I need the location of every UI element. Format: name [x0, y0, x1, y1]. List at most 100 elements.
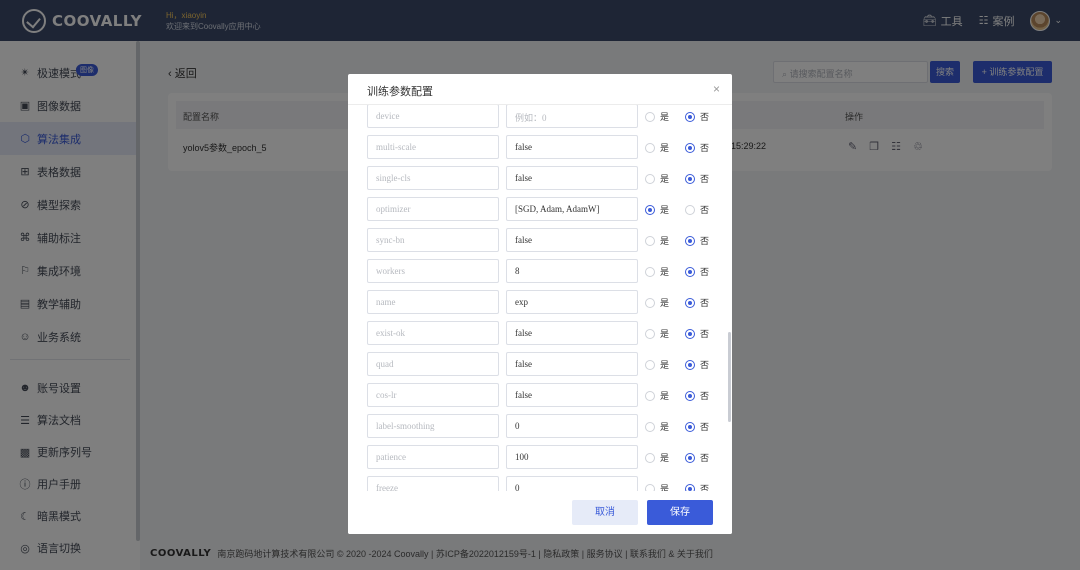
radio-circle-icon — [685, 173, 695, 184]
radio-yes[interactable]: 是 — [645, 389, 669, 402]
param-value-field[interactable]: 8 — [506, 259, 638, 283]
param-name-field[interactable]: name — [367, 290, 499, 314]
radio-no[interactable]: 否 — [685, 451, 709, 464]
radio-no[interactable]: 否 — [685, 482, 709, 491]
cancel-button[interactable]: 取消 — [572, 500, 638, 525]
param-value-field[interactable]: 0 — [506, 476, 638, 491]
param-row: single-cls false 是 否 — [348, 166, 732, 190]
radio-label: 否 — [700, 484, 710, 491]
param-value-field[interactable]: [SGD, Adam, AdamW] — [506, 197, 638, 221]
radio-circle-icon — [645, 297, 655, 308]
radio-no[interactable]: 否 — [685, 327, 709, 340]
param-row: optimizer [SGD, Adam, AdamW] 是 否 — [348, 197, 732, 221]
training-params-dialog: 训练参数配置 × device 例如：0 是否 multi-scale false 是否 s… — [348, 74, 732, 534]
radio-label: 是 — [660, 391, 670, 401]
param-value-field[interactable]: false — [506, 383, 638, 407]
radio-no[interactable]: 否 — [685, 389, 709, 402]
param-name-field[interactable]: device — [367, 105, 499, 128]
save-button[interactable]: 保存 — [647, 500, 713, 525]
param-name-field[interactable]: workers — [367, 259, 499, 283]
param-value-field[interactable]: 例如：0 — [506, 105, 638, 128]
param-name-field[interactable]: quad — [367, 352, 499, 376]
radio-circle-icon — [685, 266, 695, 277]
param-value-field[interactable]: exp — [506, 290, 638, 314]
radio-circle-icon — [645, 390, 655, 401]
radio-no[interactable]: 否 — [685, 234, 709, 247]
param-name-field[interactable]: optimizer — [367, 197, 499, 221]
radio-yes[interactable]: 是 — [645, 451, 669, 464]
param-name-field[interactable]: freeze — [367, 476, 499, 491]
radio-no[interactable]: 否 — [685, 110, 709, 123]
dialog-title: 训练参数配置 — [367, 86, 433, 98]
param-row: device 例如：0 是 否 — [348, 105, 732, 128]
param-value-field[interactable]: 0 — [506, 414, 638, 438]
radio-yes[interactable]: 是 — [645, 141, 669, 154]
radio-no[interactable]: 否 — [685, 358, 709, 371]
radio-circle-icon — [685, 483, 695, 491]
radio-circle-icon — [645, 204, 655, 215]
param-name-field[interactable]: multi-scale — [367, 135, 499, 159]
radio-no[interactable]: 否 — [685, 141, 709, 154]
radio-label: 否 — [700, 205, 710, 215]
radio-label: 是 — [660, 422, 670, 432]
dialog-footer: 取消 保存 — [348, 491, 732, 534]
radio-label: 是 — [660, 112, 670, 122]
radio-yes[interactable]: 是 — [645, 482, 669, 491]
radio-yes[interactable]: 是 — [645, 420, 669, 433]
param-value-field[interactable]: 100 — [506, 445, 638, 469]
radio-circle-icon — [645, 111, 655, 122]
radio-label: 是 — [660, 298, 670, 308]
dialog-body: device 例如：0 是否 multi-scale false 是否 single-cls… — [348, 105, 732, 491]
radio-label: 是 — [660, 174, 670, 184]
param-name-field[interactable]: cos-lr — [367, 383, 499, 407]
param-name-field[interactable]: patience — [367, 445, 499, 469]
dialog-scrollbar[interactable] — [728, 332, 731, 422]
radio-label: 是 — [660, 236, 670, 246]
radio-label: 是 — [660, 143, 670, 153]
radio-circle-icon — [685, 297, 695, 308]
radio-label: 否 — [700, 360, 710, 370]
radio-circle-icon — [645, 266, 655, 277]
radio-yes[interactable]: 是 — [645, 358, 669, 371]
radio-label: 是 — [660, 329, 670, 339]
param-value-field[interactable]: false — [506, 321, 638, 345]
radio-label: 否 — [700, 422, 710, 432]
radio-label: 否 — [700, 267, 710, 277]
radio-no[interactable]: 否 — [685, 296, 709, 309]
param-name-field[interactable]: single-cls — [367, 166, 499, 190]
radio-label: 否 — [700, 112, 710, 122]
radio-yes[interactable]: 是 — [645, 265, 669, 278]
radio-circle-icon — [685, 421, 695, 432]
radio-yes[interactable]: 是 — [645, 296, 669, 309]
radio-circle-icon — [685, 111, 695, 122]
param-value-field[interactable]: false — [506, 228, 638, 252]
radio-circle-icon — [685, 204, 695, 215]
radio-no[interactable]: 否 — [685, 172, 709, 185]
radio-label: 否 — [700, 143, 710, 153]
radio-label: 否 — [700, 391, 710, 401]
param-value-field[interactable]: false — [506, 166, 638, 190]
radio-label: 是 — [660, 484, 670, 491]
param-name-field[interactable]: exist-ok — [367, 321, 499, 345]
param-value-field[interactable]: false — [506, 135, 638, 159]
param-name-field[interactable]: label-smoothing — [367, 414, 499, 438]
param-name-field[interactable]: sync-bn — [367, 228, 499, 252]
radio-label: 是 — [660, 360, 670, 370]
radio-no[interactable]: 否 — [685, 203, 709, 216]
radio-yes[interactable]: 是 — [645, 203, 669, 216]
close-icon[interactable]: × — [713, 82, 720, 96]
radio-circle-icon — [645, 359, 655, 370]
radio-circle-icon — [645, 452, 655, 463]
radio-yes[interactable]: 是 — [645, 327, 669, 340]
radio-yes[interactable]: 是 — [645, 110, 669, 123]
radio-label: 是 — [660, 267, 670, 277]
dialog-header: 训练参数配置 × — [348, 74, 732, 105]
radio-no[interactable]: 否 — [685, 420, 709, 433]
param-row: cos-lr false 是 否 — [348, 383, 732, 407]
param-value-field[interactable]: false — [506, 352, 638, 376]
param-row: name exp 是 否 — [348, 290, 732, 314]
radio-label: 否 — [700, 453, 710, 463]
radio-yes[interactable]: 是 — [645, 172, 669, 185]
radio-yes[interactable]: 是 — [645, 234, 669, 247]
radio-no[interactable]: 否 — [685, 265, 709, 278]
